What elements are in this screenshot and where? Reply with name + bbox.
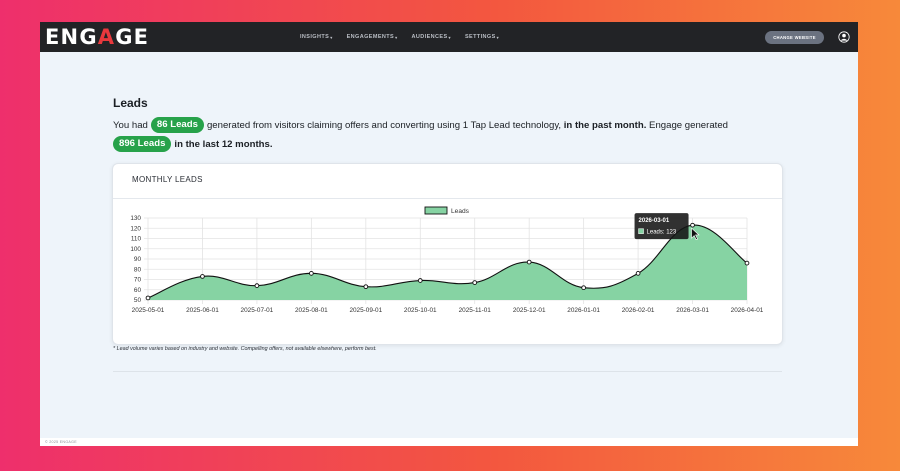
data-point (254, 283, 260, 288)
month-leads-badge: 86 Leads (150, 117, 204, 133)
x-tick-label: 2026-02-01 (622, 307, 655, 314)
data-point (581, 285, 586, 291)
x-tick-label: 2025-09-01 (349, 307, 382, 314)
y-tick-label: 70 (134, 277, 142, 284)
x-tick-label: 2025-11-01 (459, 307, 492, 314)
user-avatar-icon[interactable] (838, 31, 850, 43)
nav-engagements[interactable]: ENGAGEMENTS ▾ (347, 34, 398, 40)
footnote: * Lead volume varies based on industry a… (113, 346, 377, 352)
y-tick-label: 120 (130, 225, 141, 232)
y-tick-label: 80 (134, 266, 142, 273)
year-leads-badge: 896 Leads (113, 136, 172, 152)
page-title: Leads (113, 96, 148, 110)
main-nav: INSIGHTS ▾ ENGAGEMENTS ▾ AUDIENCES ▾ SETTIN… (300, 22, 499, 52)
leads-summary-line-1: You had 86 Leads generated from visitors… (113, 117, 728, 133)
monthly-leads-card: MONTHLY LEADS 50 60 70 80 90 100 110 120 130 2025… (112, 163, 783, 345)
data-point (417, 278, 423, 283)
divider (113, 371, 782, 372)
chart-legend: Leads (424, 206, 470, 215)
top-navbar: ENGAGE INSIGHTS ▾ ENGAGEMENTS ▾ AUDIENCES ▾… (40, 22, 858, 52)
engage-logo[interactable]: ENGAGE (45, 25, 149, 49)
chevron-down-icon: ▾ (395, 34, 398, 40)
data-point (635, 270, 641, 276)
nav-insights[interactable]: INSIGHTS ▾ (300, 34, 333, 40)
monthly-leads-chart[interactable]: 50 60 70 80 90 100 110 120 130 2025-05-01 2025-06-… (113, 198, 782, 344)
x-tick-label: 2025-06-01 (186, 307, 219, 314)
data-point (363, 284, 369, 290)
data-point (744, 260, 750, 266)
leads-summary-line-2: 896 Leads in the last 12 months. (113, 136, 273, 152)
y-tick-label: 100 (130, 246, 141, 253)
chevron-down-icon: ▾ (496, 34, 500, 40)
data-point (145, 295, 151, 301)
chevron-down-icon: ▾ (448, 34, 451, 40)
legend-label: Leads (451, 208, 470, 215)
data-point (526, 259, 532, 265)
nav-settings[interactable]: SETTINGS ▾ (465, 34, 499, 40)
tooltip-title: 2026-03-01 (639, 218, 670, 224)
x-tick-label: 2025-08-01 (295, 307, 328, 314)
copyright-text: © 2025 ENGAGE (45, 440, 77, 444)
data-point (309, 270, 314, 276)
tooltip-label: Leads: 123 (647, 230, 677, 236)
nav-audiences[interactable]: AUDIENCES ▾ (412, 34, 451, 40)
y-tick-label: 90 (134, 256, 142, 263)
x-tick-label: 2026-01-01 (567, 307, 600, 314)
legend-swatch (424, 206, 448, 215)
chevron-down-icon: ▾ (330, 34, 333, 40)
x-tick-label: 2025-07-01 (241, 307, 274, 314)
data-point (690, 222, 695, 228)
change-website-button[interactable]: CHANGE WEBSITE (765, 31, 824, 44)
y-tick-label: 60 (134, 287, 142, 294)
x-tick-label: 2026-03-01 (676, 307, 709, 314)
card-header: MONTHLY LEADS (113, 164, 782, 199)
x-tick-label: 2025-05-01 (132, 307, 165, 314)
card-title: MONTHLY LEADS (132, 175, 203, 184)
chart-tooltip: 2026-03-01 Leads: 123 (634, 213, 689, 240)
data-point (200, 274, 205, 279)
app-frame: ENGAGE INSIGHTS ▾ ENGAGEMENTS ▾ AUDIENCES ▾… (40, 22, 858, 446)
x-tick-label: 2025-10-01 (404, 307, 437, 314)
y-tick-label: 50 (134, 297, 142, 304)
data-point (472, 280, 478, 285)
footer (40, 438, 858, 446)
y-tick-label: 110 (131, 236, 142, 243)
y-tick-label: 130 (130, 215, 141, 222)
tooltip-swatch (638, 228, 644, 234)
x-tick-label: 2026-04-01 (731, 307, 764, 314)
x-tick-label: 2025-12-01 (513, 307, 546, 314)
